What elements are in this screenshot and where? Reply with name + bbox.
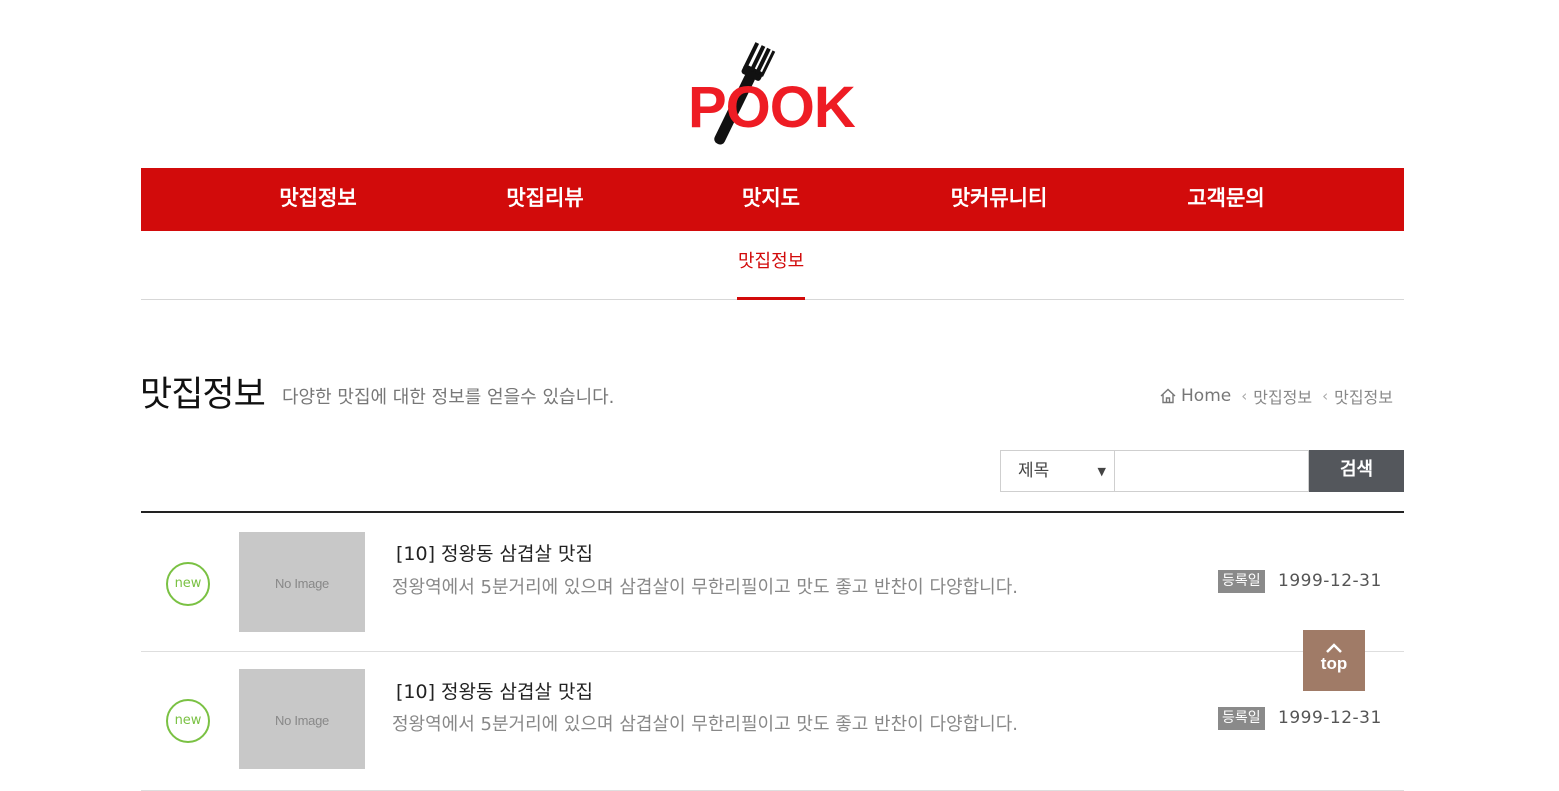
date-value: 1999-12-31 bbox=[1278, 708, 1382, 728]
scroll-top-button[interactable]: top bbox=[1303, 630, 1365, 691]
page-description: 다양한 맛집에 대한 정보를 얻을수 있습니다. bbox=[282, 387, 615, 408]
site-logo[interactable]: POOK bbox=[688, 40, 863, 152]
sub-nav: 맛집정보 bbox=[141, 231, 1404, 300]
breadcrumb-item[interactable]: 맛집정보 bbox=[1253, 384, 1312, 408]
thumbnail-placeholder[interactable]: No Image bbox=[239, 669, 365, 769]
search-button[interactable]: 검색 bbox=[1309, 450, 1404, 492]
nav-item-restaurant-review[interactable]: 맛집리뷰 bbox=[506, 168, 583, 231]
chevron-left-icon: ‹ bbox=[1241, 387, 1248, 405]
breadcrumb-home[interactable]: Home bbox=[1181, 386, 1231, 406]
chevron-up-icon bbox=[1326, 643, 1342, 653]
item-title[interactable]: [10] 정왕동 삼겹살 맛집 bbox=[396, 539, 593, 566]
scroll-top-label: top bbox=[1320, 654, 1348, 673]
new-badge: new bbox=[166, 562, 210, 606]
breadcrumb: Home ‹ 맛집정보 ‹ 맛집정보 bbox=[1159, 384, 1393, 408]
search-form: 제목 ▼ 검색 bbox=[1000, 450, 1404, 492]
list-item[interactable]: new No Image [10] 정왕동 삼겹살 맛집 정왕역에서 5분거리에… bbox=[141, 652, 1404, 791]
search-type-value: 제목 bbox=[1018, 461, 1050, 481]
fork-icon: POOK bbox=[688, 42, 857, 145]
nav-item-community[interactable]: 맛커뮤니티 bbox=[951, 168, 1048, 231]
sub-nav-item-active[interactable]: 맛집정보 bbox=[737, 231, 806, 300]
page-title: 맛집정보 bbox=[140, 375, 266, 415]
nav-item-customer-inquiry[interactable]: 고객문의 bbox=[1187, 168, 1264, 231]
thumbnail-placeholder[interactable]: No Image bbox=[239, 532, 365, 632]
item-description: 정왕역에서 5분거리에 있으며 삼겹살이 무한리필이고 맛도 좋고 반찬이 다양… bbox=[392, 577, 1018, 598]
nav-item-food-map[interactable]: 맛지도 bbox=[742, 168, 800, 231]
new-badge: new bbox=[166, 699, 210, 743]
list-item[interactable]: new No Image [10] 정왕동 삼겹살 맛집 정왕역에서 5분거리에… bbox=[141, 513, 1404, 652]
home-icon bbox=[1160, 388, 1176, 404]
dropdown-arrow-icon: ▼ bbox=[1097, 465, 1106, 478]
item-description: 정왕역에서 5분거리에 있으며 삼겹살이 무한리필이고 맛도 좋고 반찬이 다양… bbox=[392, 714, 1018, 735]
nav-item-restaurant-info[interactable]: 맛집정보 bbox=[279, 168, 356, 231]
date-label: 등록일 bbox=[1218, 707, 1265, 730]
date-label: 등록일 bbox=[1218, 570, 1265, 593]
breadcrumb-item-current: 맛집정보 bbox=[1334, 388, 1393, 407]
main-nav: 맛집정보 맛집리뷰 맛지도 맛커뮤니티 고객문의 bbox=[141, 168, 1404, 231]
logo-text: POOK bbox=[688, 75, 856, 140]
date-value: 1999-12-31 bbox=[1278, 571, 1382, 591]
chevron-left-icon: ‹ bbox=[1322, 387, 1329, 405]
item-title[interactable]: [10] 정왕동 삼겹살 맛집 bbox=[396, 677, 593, 704]
search-input[interactable] bbox=[1115, 450, 1309, 492]
search-type-select[interactable]: 제목 ▼ bbox=[1000, 450, 1115, 492]
